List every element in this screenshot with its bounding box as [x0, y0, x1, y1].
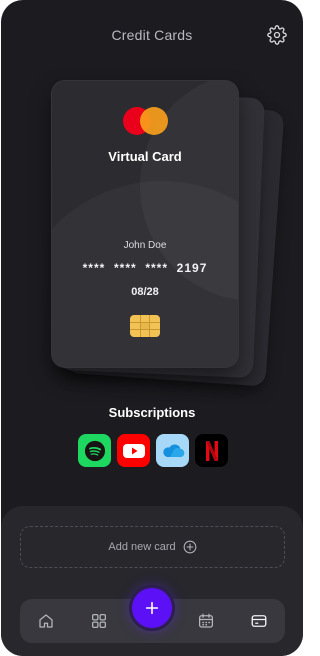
mastercard-logo — [123, 107, 169, 135]
card-name: Virtual Card — [108, 149, 182, 164]
chip-icon — [130, 315, 160, 337]
grid-icon — [91, 613, 107, 629]
subscriptions-title: Subscriptions — [108, 405, 196, 420]
card-number: **** **** **** 2197 — [82, 261, 208, 275]
nav-cards[interactable] — [248, 610, 270, 632]
add-button[interactable] — [132, 588, 172, 628]
app-screen: Credit Cards Virtual Card John Doe **** … — [1, 0, 303, 656]
home-icon — [39, 614, 53, 628]
card-holder: John Doe — [123, 240, 167, 251]
add-card-label: Add new card — [108, 541, 176, 553]
netflix-icon[interactable] — [195, 434, 228, 467]
onedrive-icon[interactable] — [156, 434, 189, 467]
card-icon — [251, 615, 267, 627]
bottom-panel: Add new card — [1, 506, 303, 656]
card-stack[interactable]: Virtual Card John Doe **** **** **** 219… — [1, 0, 303, 400]
nav-home[interactable] — [35, 610, 57, 632]
calendar-icon — [198, 613, 214, 628]
card-expiry: 08/28 — [131, 286, 159, 298]
spotify-icon[interactable] — [78, 434, 111, 467]
plus-icon — [145, 601, 159, 615]
nav-calendar[interactable] — [195, 610, 217, 632]
add-card-button[interactable]: Add new card — [20, 526, 285, 568]
plus-circle-icon — [183, 540, 196, 554]
youtube-icon[interactable] — [117, 434, 150, 467]
nav-grid[interactable] — [88, 610, 110, 632]
virtual-card[interactable]: Virtual Card John Doe **** **** **** 219… — [51, 80, 239, 368]
subscriptions-list — [78, 434, 228, 468]
